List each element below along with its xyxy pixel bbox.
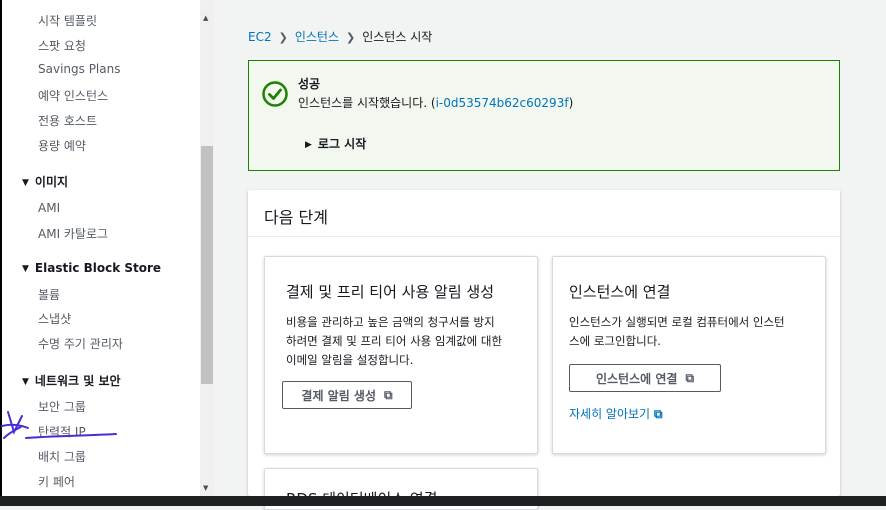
breadcrumb-instances[interactable]: 인스턴스 [295,30,339,44]
sidebar-group-network-security[interactable]: ▼ 네트워크 및 보안 [22,372,121,389]
instance-id-link[interactable]: i-0d53574b62c60293f [436,96,569,110]
breadcrumb-ec2[interactable]: EC2 [248,30,272,44]
success-flash-banner [248,60,840,171]
sidebar-item-lifecycle-manager[interactable]: 수명 주기 관리자 [38,335,123,352]
external-link-icon: ⧉ [384,387,393,402]
check-circle-icon [262,81,288,107]
sidebar-group-elastic-block-store[interactable]: ▼ Elastic Block Store [22,261,161,275]
external-link-icon: ⧉ [653,407,663,421]
flash-message: 인스턴스를 시작했습니다. (i-0d53574b62c60293f) [298,96,574,110]
sidebar-item-launch-templates[interactable]: 시작 템플릿 [38,12,97,29]
sidebar-item-ami[interactable]: AMI [38,201,60,215]
os-taskbar [0,496,886,506]
sidebar-item-savings-plans[interactable]: Savings Plans [38,62,120,76]
create-billing-alert-button[interactable]: 결제 알림 생성 ⧉ [282,381,412,409]
scroll-down-arrow-icon[interactable]: ▼ [203,484,208,492]
chevron-right-icon: ❯ [346,31,356,44]
sidebar-scroll-thumb[interactable] [201,146,213,384]
next-steps-title: 다음 단계 [264,208,328,227]
connect-card-title: 인스턴스에 연결 [569,283,671,301]
caret-right-icon: ▶ [305,140,312,150]
learn-more-link[interactable]: 자세히 알아보기 ⧉ [569,405,663,422]
sidebar-item-key-pairs[interactable]: 키 페어 [38,473,75,490]
sidebar-item-volumes[interactable]: 볼륨 [38,286,60,303]
caret-down-icon: ▼ [22,377,29,387]
caret-down-icon: ▼ [22,264,29,274]
breadcrumb-current: 인스턴스 시작 [362,30,433,44]
scroll-up-arrow-icon[interactable]: ▲ [203,14,208,22]
chevron-right-icon: ❯ [278,31,288,44]
sidebar-item-ami-catalog[interactable]: AMI 카탈로그 [38,225,108,242]
billing-card-title: 결제 및 프리 티어 사용 알림 생성 [286,283,495,301]
handwritten-annotation-mark [1,411,117,439]
sidebar-group-images[interactable]: ▼ 이미지 [22,173,68,190]
caret-down-icon: ▼ [22,178,29,188]
sidebar-item-reserved-instances[interactable]: 예약 인스턴스 [38,87,108,104]
external-link-icon: ⧉ [685,370,695,385]
connect-instance-button[interactable]: 인스턴스에 연결 ⧉ [569,364,721,392]
connect-card-body: 인스턴스가 실행되면 로컬 컴퓨터에서 인스턴 스에 로그인합니다. [569,315,785,348]
launch-log-expander[interactable]: ▶ 로그 시작 [305,135,366,152]
billing-card-body: 비용을 관리하고 높은 금액의 청구서를 방지 하려면 결제 및 프리 티어 사… [286,315,503,367]
breadcrumb: EC2 ❯ 인스턴스 ❯ 인스턴스 시작 [248,28,432,45]
sidebar-item-snapshots[interactable]: 스냅샷 [38,310,71,327]
sidebar-item-dedicated-hosts[interactable]: 전용 호스트 [38,112,97,129]
sidebar-item-spot-requests[interactable]: 스팟 요청 [38,37,86,54]
sidebar-item-capacity-reservations[interactable]: 용량 예약 [38,137,86,154]
flash-title: 성공 [298,77,321,91]
panel-divider [248,236,840,237]
